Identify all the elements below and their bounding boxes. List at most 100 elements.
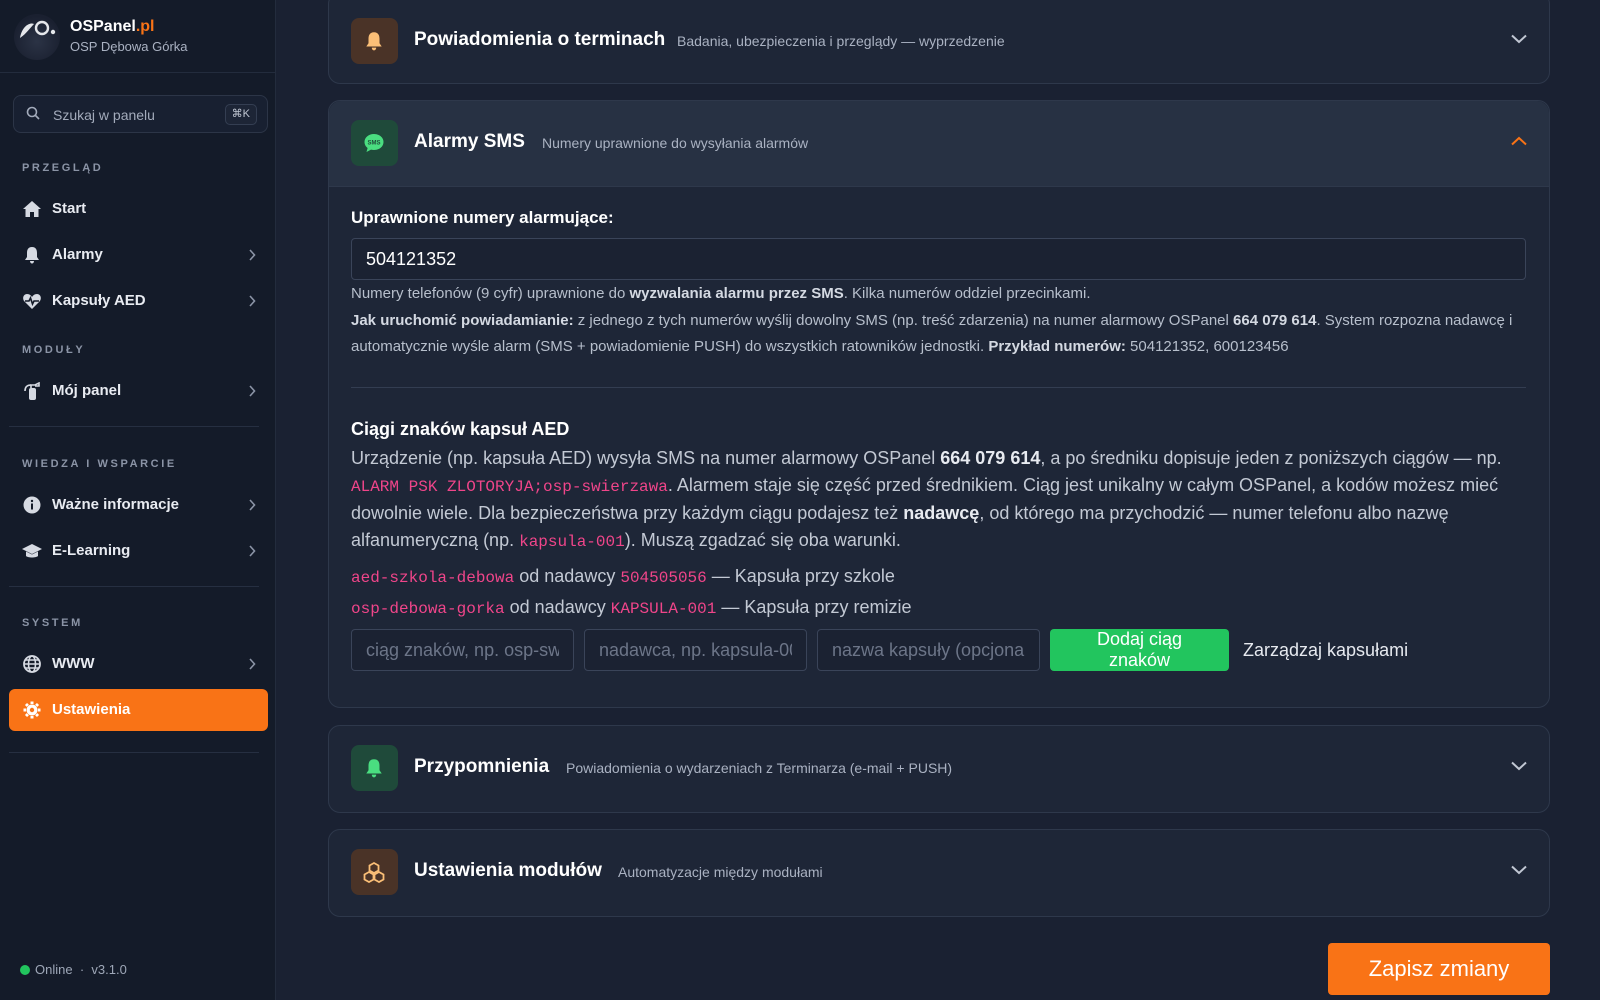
graduation-cap-icon [22,544,42,558]
chevron-up-icon[interactable] [1511,136,1527,146]
section-knowledge: WIEDZA I WSPARCIE [22,458,177,470]
sidebar-item-elearning[interactable]: E-Learning [9,530,268,572]
sidebar-item-label: WWW [52,655,95,672]
sidebar-item-settings[interactable]: Ustawienia [9,689,268,731]
divider [9,586,259,587]
panel-description: Badania, ubezpieczenia i przeglądy — wyp… [677,33,1005,49]
sidebar-item-start[interactable]: Start [9,188,268,230]
aed-name: Kapsuła przy szkole [734,566,895,586]
sidebar-item-aed[interactable]: Kapsuły AED [9,280,268,322]
info-circle-icon [23,496,41,514]
home-icon [23,201,41,217]
panel-title: Alarmy SMS [414,131,525,152]
aed-codes-description: Urządzenie (np. kapsuła AED) wysyła SMS … [351,448,1502,551]
panel-title: Powiadomienia o terminach [414,29,666,50]
divider [0,72,276,73]
sidebar-item-label: Alarmy [52,246,103,263]
chevron-right-icon [249,249,256,261]
brand[interactable]: OSPanel.pl OSP Dębowa Górka [14,12,264,62]
chevron-right-icon [249,295,256,307]
chevron-down-icon[interactable] [1511,865,1527,875]
aed-name: Kapsuła przy remizie [744,597,912,617]
panel-description: Powiadomienia o wydarzeniach z Terminarz… [566,760,953,776]
search-shortcut: ⌘K [224,104,257,125]
chevron-down-icon[interactable] [1511,34,1527,44]
panel-deadlines: Powiadomienia o terminach Badania, ubezp… [328,0,1550,84]
aed-name-input[interactable] [817,629,1040,671]
bell-icon [366,32,382,51]
svg-text:SMS: SMS [367,141,380,147]
numbers-help: Numery telefonów (9 cyfr) uprawnione do … [351,281,1531,361]
chevron-down-icon[interactable] [1511,761,1527,771]
heart-pulse-icon [23,294,41,309]
divider [9,752,259,753]
add-code-button[interactable]: Dodaj ciąg znaków [1050,629,1229,671]
logo-icon [14,14,60,60]
status-dot-icon [20,965,30,975]
chevron-right-icon [249,499,256,511]
bell-icon [366,759,382,778]
aed-sender-input[interactable] [584,629,807,671]
search-input[interactable]: Szukaj w panelu [53,107,155,123]
panel-header[interactable]: Ustawienia modułów Automatyzacje między … [329,830,1549,916]
panel-title: Przypomnienia [414,756,550,777]
globe-icon [23,655,41,673]
panel-description: Automatyzacje między modułami [618,864,823,880]
manage-capsules-button[interactable]: Zarządzaj kapsułami [1243,640,1408,661]
panel-header[interactable]: Powiadomienia o terminach Badania, ubezp… [329,0,1549,85]
gear-icon [23,701,41,719]
sidebar-item-label: Ustawienia [52,701,131,718]
panel-badge [351,745,398,791]
numbers-label: Uprawnione numery alarmujące: [351,208,614,227]
panel-reminders: Przypomnienia Powiadomienia o wydarzenia… [328,725,1550,813]
divider [9,426,259,427]
panel-description: Numery uprawnione do wysyłania alarmów [542,135,809,151]
panel-badge [351,849,398,895]
connection-status: Online · v3.1.0 [20,962,127,977]
chevron-right-icon [249,385,256,397]
sidebar-item-info[interactable]: Ważne informacje [9,484,268,526]
panel-badge [351,18,398,64]
panel-module-settings: Ustawienia modułów Automatyzacje między … [328,829,1550,917]
help-line-format: Numery telefonów (9 cyfr) uprawnione do … [351,285,1091,302]
aed-code-input[interactable] [351,629,574,671]
sidebar-item-my-panel[interactable]: Mój panel [9,370,268,412]
divider [351,387,1526,388]
aed-sender: KAPSULA-001 [610,600,717,618]
status-text: Online [35,962,73,977]
status-separator: · [79,962,85,977]
sidebar-item-label: Kapsuły AED [52,292,146,309]
aed-sender: 504505056 [620,569,707,587]
panel-header[interactable]: SMS Alarmy SMS Numery uprawnione do wysy… [329,101,1549,187]
sms-icon: SMS [364,134,384,152]
aed-code: osp-debowa-gorka [351,600,505,618]
section-overview: PRZEGLĄD [22,162,104,174]
list-item: osp-debowa-gorka od nadawcy KAPSULA-001 … [351,597,912,618]
unit-name: OSP Dębowa Górka [70,39,188,54]
panel-badge: SMS [351,120,398,166]
search-icon [26,106,40,120]
bell-icon [25,247,39,264]
sidebar-item-label: E-Learning [52,542,131,559]
chevron-right-icon [249,545,256,557]
sidebar-item-alarms[interactable]: Alarmy [9,234,268,276]
sidebar-item-label: Ważne informacje [52,496,179,513]
panel-title: Ustawienia modułów [414,860,602,881]
section-modules: MODUŁY [22,344,86,356]
cubes-icon [363,861,385,883]
save-changes-button[interactable]: Zapisz zmiany [1328,943,1550,995]
aed-codes-title: Ciągi znaków kapsuł AED [351,419,570,439]
panel-sms-alarms: SMS Alarmy SMS Numery uprawnione do wysy… [328,100,1550,708]
sidebar-item-www[interactable]: WWW [9,643,268,685]
app-name: OSPanel.pl [70,18,155,35]
search-box[interactable]: Szukaj w panelu ⌘K [13,95,268,133]
list-item: aed-szkola-debowa od nadawcy 504505056 —… [351,566,895,587]
alarm-numbers-input[interactable] [351,238,1526,280]
section-system: SYSTEM [22,617,83,629]
fire-extinguisher-icon [24,382,40,400]
sidebar: OSPanel.pl OSP Dębowa Górka Szukaj w pan… [0,0,276,1000]
panel-header[interactable]: Przypomnienia Powiadomienia o wydarzenia… [329,726,1549,812]
help-line-howto: Jak uruchomić powiadamianie: z jednego z… [351,311,1513,356]
sidebar-item-label: Mój panel [52,382,122,399]
aed-code: aed-szkola-debowa [351,569,515,587]
